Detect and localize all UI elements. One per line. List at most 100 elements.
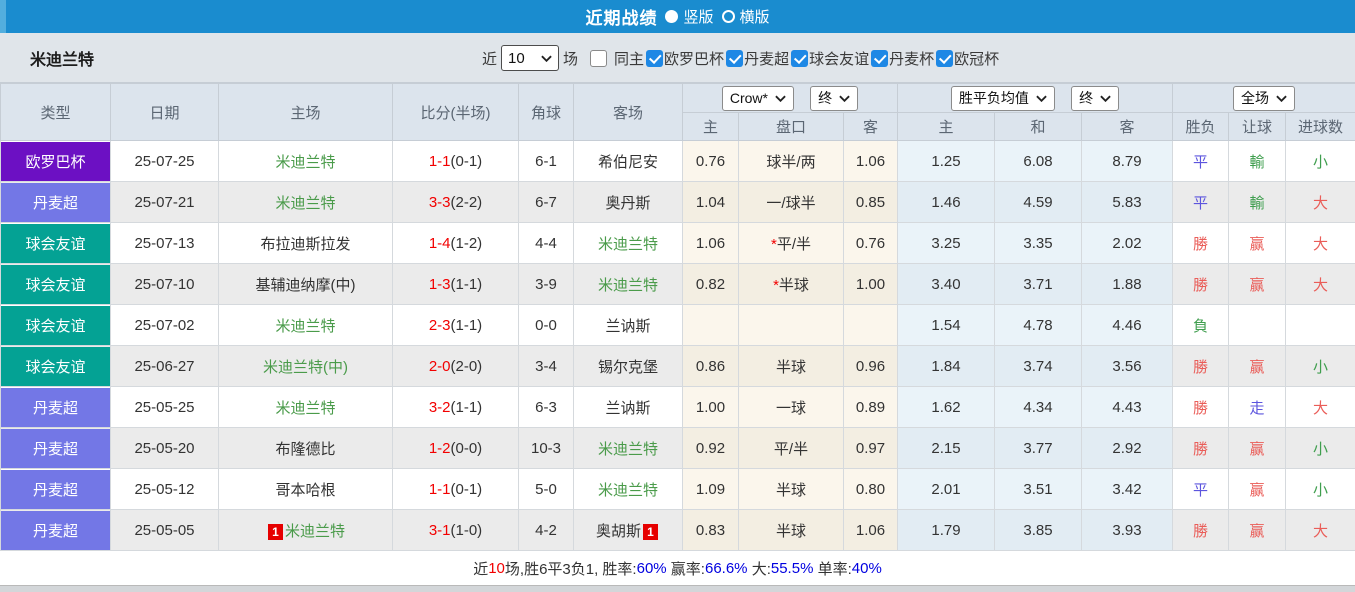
asian-home-odds: 0.86 — [682, 345, 739, 387]
home-team-cell: 基辅迪纳摩(中) — [218, 263, 393, 305]
radio-unselected-icon[interactable] — [721, 10, 735, 23]
asian-home-odds: 1.04 — [682, 181, 739, 223]
recent-count-select[interactable]: 10 — [501, 45, 560, 71]
result-outcome: 平 — [1172, 181, 1229, 223]
away-team-name: 米迪兰特 — [597, 235, 658, 253]
asian-handicap: * — [738, 304, 844, 346]
odds-home-win: 1.79 — [897, 509, 995, 551]
odds-away-win: 1.88 — [1081, 263, 1173, 305]
match-type-badge: 欧罗巴杯 — [1, 141, 110, 181]
away-team-name: 米迪兰特 — [597, 276, 658, 294]
match-type-badge: 丹麦超 — [1, 510, 110, 550]
summary-segment: 赢率: — [666, 560, 705, 578]
home-team-cell: 米迪兰特(中) — [218, 345, 393, 387]
euro-odds-type-select[interactable]: 胜平负均值 — [950, 85, 1055, 111]
summary-segment: 近 — [473, 560, 489, 578]
titlebar-accent-strip — [0, 0, 6, 33]
competition-checkbox[interactable] — [936, 49, 954, 67]
away-team-cell: 兰讷斯 — [573, 304, 683, 346]
odds-home-win: 2.15 — [897, 427, 995, 469]
score-cell: 1-1(0-1) — [392, 468, 519, 510]
asian-away-odds: 0.80 — [843, 468, 898, 510]
bookmaker-select-value: Crow* — [729, 90, 768, 106]
match-date: 25-05-12 — [110, 468, 219, 510]
asian-home-odds: 0.76 — [682, 140, 739, 182]
table-row: 球会友谊 25-07-02 米迪兰特 2-3(1-1) 0-0 兰讷斯 * 1.… — [0, 304, 1355, 346]
asian-handicap: *球半/两 — [738, 140, 844, 182]
halftime-score: (1-2) — [450, 234, 483, 252]
fulltime-score: 1-1 — [428, 480, 451, 498]
asian-handicap: *半球 — [738, 509, 844, 551]
away-team-name: 米迪兰特 — [597, 481, 658, 499]
competition-checkbox[interactable] — [791, 49, 809, 67]
radio-selected-icon[interactable] — [665, 10, 679, 23]
asian-away-odds: 0.97 — [843, 427, 898, 469]
odds-home-win: 1.62 — [897, 386, 995, 428]
asian-odds-time-select[interactable]: 终 — [810, 85, 859, 111]
score-cell: 1-2(0-0) — [392, 427, 519, 469]
layout-option-horizontal[interactable]: 横版 — [721, 6, 770, 27]
table-row: 丹麦超 25-05-12 哥本哈根 1-1(0-1) 5-0 米迪兰特 1.09… — [0, 468, 1355, 510]
layout-option-vertical[interactable]: 竖版 — [665, 6, 714, 27]
match-type-badge: 球会友谊 — [1, 305, 110, 345]
odds-home-win: 3.25 — [897, 222, 995, 264]
match-type-cell: 丹麦超 — [0, 468, 111, 510]
match-type-badge: 丹麦超 — [1, 469, 110, 509]
asian-handicap: *平/半 — [738, 427, 844, 469]
odds-draw: 3.35 — [994, 222, 1082, 264]
asian-away-odds: 1.06 — [843, 509, 898, 551]
fulltime-score: 2-0 — [428, 357, 451, 375]
table-header: 类型 日期 主场 比分(半场) 角球 客场 Crow* 终 胜平负均值 终 全场… — [0, 83, 1355, 141]
score-cell: 3-3(2-2) — [392, 181, 519, 223]
page-title: 近期战绩 — [585, 9, 658, 28]
col-header-home: 主场 — [218, 83, 393, 141]
score-cell: 3-1(1-0) — [392, 509, 519, 551]
competition-checkbox[interactable] — [646, 49, 664, 67]
handicap-outcome: 輸 — [1228, 181, 1286, 223]
match-scope-value: 全场 — [1241, 90, 1269, 106]
goals-outcome: 大 — [1285, 181, 1355, 223]
halftime-score: (0-0) — [450, 439, 483, 457]
competition-label: 丹麦超 — [744, 50, 790, 68]
recent-prefix-label: 近 — [482, 50, 498, 68]
match-type-cell: 丹麦超 — [0, 509, 111, 551]
same-home-checkbox[interactable] — [590, 49, 608, 67]
asian-home-odds: 1.00 — [682, 386, 739, 428]
match-date: 25-07-21 — [110, 181, 219, 223]
away-team-name: 兰讷斯 — [605, 399, 651, 417]
euro-odds-time-select[interactable]: 终 — [1071, 85, 1120, 111]
halftime-score: (0-1) — [450, 480, 483, 498]
match-date: 25-07-25 — [110, 140, 219, 182]
red-card-badge: 1 — [267, 523, 283, 540]
match-date: 25-05-25 — [110, 386, 219, 428]
euro-odds-group-header: 胜平负均值 终 — [897, 83, 1173, 113]
handicap-outcome: 赢 — [1228, 509, 1286, 551]
bookmaker-select[interactable]: Crow* — [721, 85, 794, 111]
competition-checkbox[interactable] — [871, 49, 889, 67]
competition-filter: 欧冠杯 — [936, 48, 999, 69]
odds-home-win: 3.40 — [897, 263, 995, 305]
score-cell: 2-0(2-0) — [392, 345, 519, 387]
asian-away-odds: 1.00 — [843, 263, 898, 305]
handicap-text: 平/半 — [773, 440, 809, 458]
asian-odds-group-header: Crow* 终 — [682, 83, 898, 113]
result-outcome: 勝 — [1172, 509, 1229, 551]
goals-outcome: 小 — [1285, 427, 1355, 469]
title-bar: 近期战绩 竖版 横版 — [0, 0, 1355, 33]
summary-segment: 55.5% — [770, 559, 814, 577]
corners-cell: 0-0 — [518, 304, 574, 346]
away-team-cell: 奥胡斯 1 — [573, 509, 683, 551]
competition-checkbox[interactable] — [726, 49, 744, 67]
match-scope-select[interactable]: 全场 — [1233, 85, 1295, 111]
competition-filters: 欧罗巴杯 丹麦超 球会友谊 丹麦杯 欧冠杯 — [644, 48, 999, 69]
recent-results-panel: 近期战绩 竖版 横版 米迪兰特 近 10 场 同主 欧罗巴杯 丹麦超 球会友谊 … — [0, 0, 1355, 592]
sub-header-asia-home: 主 — [682, 112, 739, 141]
home-team-cell: 米迪兰特 — [218, 181, 393, 223]
odds-draw: 3.77 — [994, 427, 1082, 469]
odds-home-win: 1.46 — [897, 181, 995, 223]
competition-filter: 丹麦超 — [726, 48, 789, 69]
away-team-cell: 锡尔克堡 — [573, 345, 683, 387]
match-type-cell: 丹麦超 — [0, 427, 111, 469]
summary-segment: 60% — [636, 559, 667, 577]
odds-home-win: 1.25 — [897, 140, 995, 182]
